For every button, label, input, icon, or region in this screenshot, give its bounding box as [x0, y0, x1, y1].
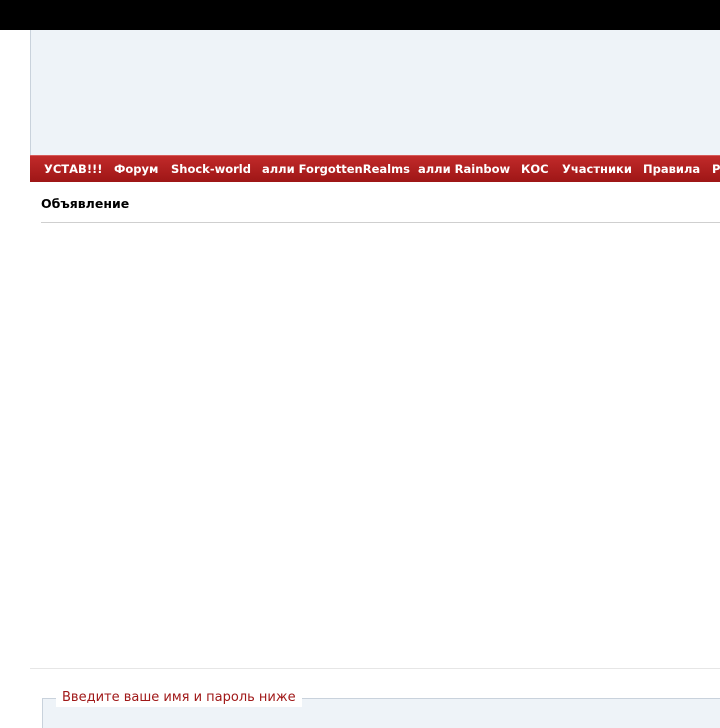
nav-item-kos[interactable]: КОС — [521, 156, 549, 182]
login-legend: Введите ваше имя и пароль ниже — [56, 689, 302, 707]
nav-item-ustav[interactable]: УСТАВ!!! — [44, 156, 103, 182]
content-divider — [30, 668, 720, 669]
announcement-divider — [41, 222, 720, 223]
nav-item-forum[interactable]: Форум — [114, 156, 158, 182]
main-navigation: УСТАВ!!! Форум Shock-world алли Forgotte… — [30, 155, 720, 182]
top-bar — [0, 0, 720, 30]
nav-item-truncated[interactable]: Р — [712, 156, 720, 182]
nav-item-participants[interactable]: Участники — [562, 156, 632, 182]
nav-item-alli-rainbow[interactable]: алли Rainbow — [418, 156, 510, 182]
nav-item-rules[interactable]: Правила — [643, 156, 700, 182]
announcement-title: Объявление — [41, 196, 130, 211]
nav-item-shock-world[interactable]: Shock-world — [171, 156, 251, 182]
site-header-banner — [30, 30, 720, 155]
nav-item-alli-forgottenrealms[interactable]: алли ForgottenRealms — [262, 156, 410, 182]
